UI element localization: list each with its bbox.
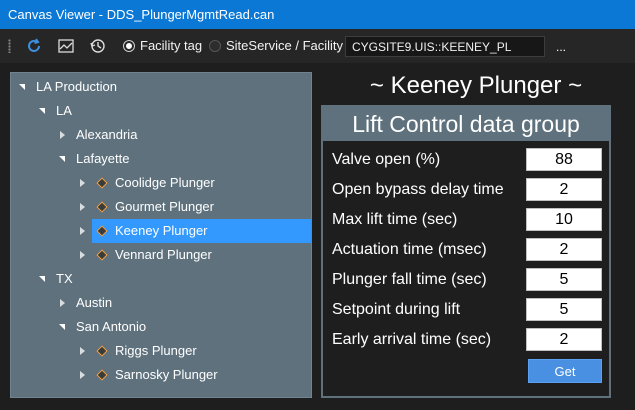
collapse-arrow-icon[interactable] — [80, 179, 85, 187]
plunger-icon — [96, 369, 108, 381]
expand-arrow-icon[interactable] — [39, 108, 45, 114]
tree-node-coolidge-plunger[interactable]: Coolidge Plunger — [115, 171, 215, 195]
facility-tag-radio[interactable] — [123, 40, 135, 52]
open-bypass-delay-label: Open bypass delay time — [332, 181, 504, 198]
setpoint-during-lift-field[interactable]: 5 — [526, 298, 602, 321]
toolbar-grip[interactable] — [8, 39, 11, 53]
tree-node-lafayette[interactable]: Lafayette — [76, 147, 130, 171]
tree-node-gourmet-plunger[interactable]: Gourmet Plunger — [115, 195, 214, 219]
collapse-arrow-icon[interactable] — [60, 131, 65, 139]
window-title: Canvas Viewer - DDS_PlungerMgmtRead.can — [0, 0, 635, 29]
tree-node-austin[interactable]: Austin — [76, 291, 112, 315]
plunger-icon — [96, 345, 108, 357]
facility-tag-label: Facility tag — [140, 38, 203, 53]
facility-tree: LA Production LA Alexandria Lafayette Co… — [10, 72, 312, 398]
group-title: Lift Control data group — [323, 107, 609, 141]
collapse-arrow-icon[interactable] — [80, 371, 85, 379]
expand-arrow-icon[interactable] — [39, 276, 45, 282]
max-lift-time-field[interactable]: 10 — [526, 208, 602, 231]
path-input[interactable]: CYGSITE9.UIS::KEENEY_PL — [345, 36, 545, 57]
tree-node-alexandria[interactable]: Alexandria — [76, 123, 137, 147]
collapse-arrow-icon[interactable] — [80, 227, 85, 235]
site-service-label: SiteService / Facility — [226, 38, 344, 53]
expand-arrow-icon[interactable] — [19, 84, 25, 90]
refresh-icon[interactable] — [24, 36, 44, 56]
plunger-fall-time-field[interactable]: 5 — [526, 268, 602, 291]
open-bypass-delay-field[interactable]: 2 — [526, 178, 602, 201]
tree-node-sarnosky-plunger[interactable]: Sarnosky Plunger — [115, 363, 218, 387]
tree-node-la[interactable]: LA — [56, 99, 72, 123]
expand-arrow-icon[interactable] — [59, 156, 65, 162]
more-button[interactable]: ... — [556, 40, 566, 54]
tree-node-la-production[interactable]: LA Production — [36, 75, 117, 99]
lift-control-group: Lift Control data group Valve open (%) 8… — [321, 105, 611, 398]
plunger-fall-time-label: Plunger fall time (sec) — [332, 271, 487, 288]
early-arrival-time-label: Early arrival time (sec) — [332, 331, 492, 348]
tree-node-tx[interactable]: TX — [56, 267, 73, 291]
valve-open-label: Valve open (%) — [332, 151, 441, 168]
max-lift-time-label: Max lift time (sec) — [332, 211, 458, 228]
tree-node-label: Keeney Plunger — [115, 223, 208, 238]
history-icon[interactable] — [88, 36, 108, 56]
actuation-time-field[interactable]: 2 — [526, 238, 602, 261]
setpoint-during-lift-label: Setpoint during lift — [332, 301, 461, 318]
expand-arrow-icon[interactable] — [59, 324, 65, 330]
panel-title: ~ Keeney Plunger ~ — [369, 72, 583, 99]
valve-open-field[interactable]: 88 — [526, 148, 602, 171]
chart-icon[interactable] — [56, 36, 76, 56]
collapse-arrow-icon[interactable] — [80, 203, 85, 211]
tree-node-vennard-plunger[interactable]: Vennard Plunger — [115, 243, 212, 267]
tree-node-san-antonio[interactable]: San Antonio — [76, 315, 146, 339]
actuation-time-label: Actuation time (msec) — [332, 241, 487, 258]
site-service-radio[interactable] — [209, 40, 221, 52]
tree-node-keeney-plunger-selected[interactable]: Keeney Plunger — [92, 219, 311, 243]
collapse-arrow-icon[interactable] — [80, 347, 85, 355]
get-button[interactable]: Get — [528, 359, 602, 383]
plunger-icon — [96, 225, 108, 237]
collapse-arrow-icon[interactable] — [60, 299, 65, 307]
plunger-icon — [96, 249, 108, 261]
plunger-icon — [96, 201, 108, 213]
tree-node-riggs-plunger[interactable]: Riggs Plunger — [115, 339, 197, 363]
early-arrival-time-field[interactable]: 2 — [526, 328, 602, 351]
collapse-arrow-icon[interactable] — [80, 251, 85, 259]
plunger-icon — [96, 177, 108, 189]
